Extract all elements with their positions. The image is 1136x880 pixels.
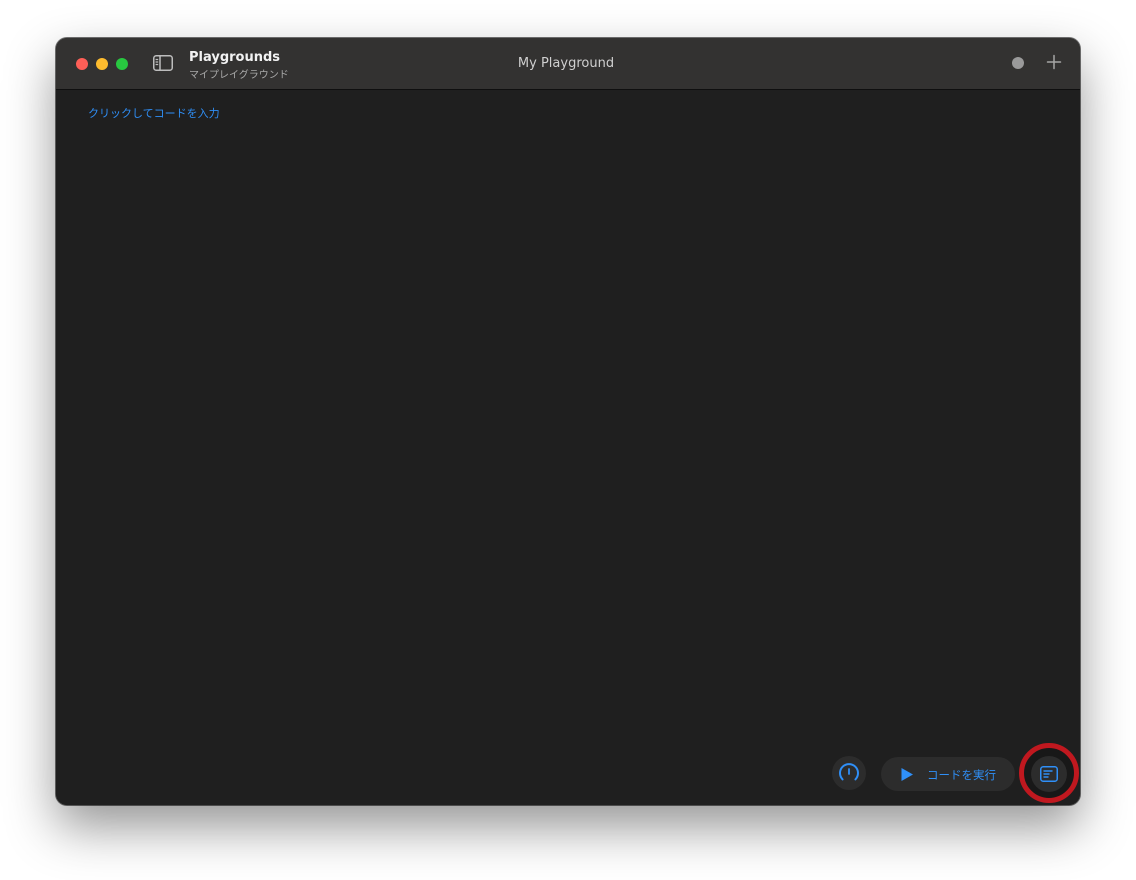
- performance-button[interactable]: [832, 756, 866, 790]
- code-editor[interactable]: クリックしてコードを入力 コードを実行: [56, 90, 1080, 805]
- run-code-label: コードを実行: [927, 768, 996, 782]
- run-code-button[interactable]: コードを実行: [881, 757, 1015, 791]
- status-dot-icon: [1012, 57, 1024, 69]
- play-icon: [901, 768, 913, 781]
- title-bar: Playgrounds マイプレイグラウンド My Playground: [56, 38, 1080, 90]
- playground-window: Playgrounds マイプレイグラウンド My Playground クリッ…: [56, 38, 1080, 805]
- plus-icon[interactable]: [1046, 54, 1062, 70]
- document-title: My Playground: [517, 56, 615, 71]
- editor-placeholder[interactable]: クリックしてコードを入力: [88, 105, 220, 121]
- console-icon: [1040, 766, 1058, 782]
- gauge-icon: [839, 763, 859, 781]
- console-toggle-button[interactable]: [1031, 756, 1067, 792]
